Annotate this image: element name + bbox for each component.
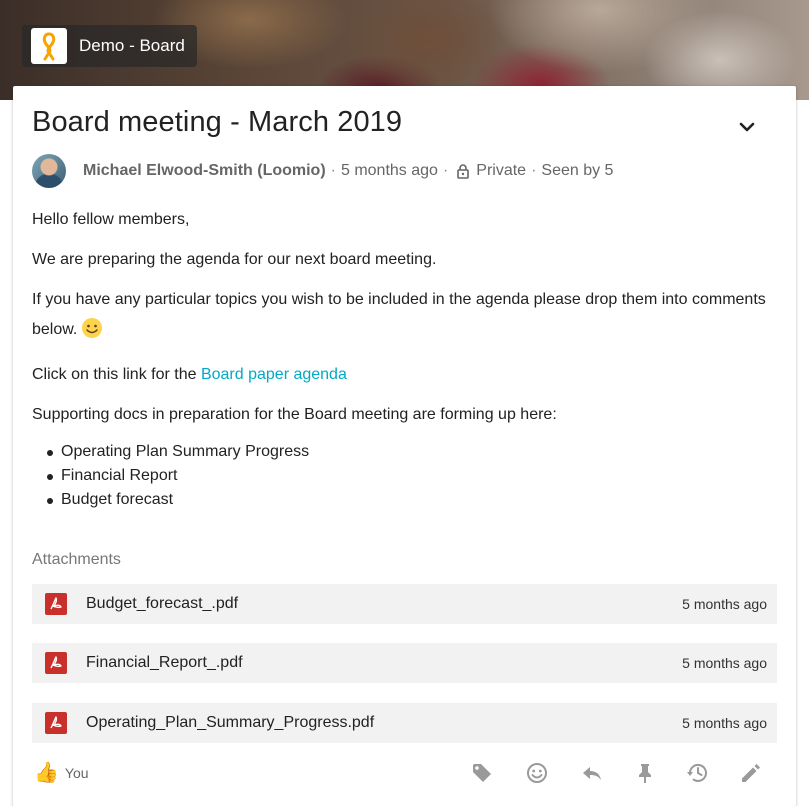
attachment-time: 5 months ago <box>682 715 767 731</box>
pin-icon[interactable] <box>633 761 657 785</box>
attachment-time: 5 months ago <box>682 655 767 671</box>
emoji-react-icon[interactable] <box>525 761 549 785</box>
list-item: Financial Report <box>32 464 772 488</box>
discussion-title: Board meeting - March 2019 <box>32 106 403 138</box>
tag-icon[interactable] <box>470 761 494 785</box>
body-paragraph: Supporting docs in preparation for the B… <box>32 406 557 423</box>
list-item: Budget forecast <box>32 488 772 512</box>
reaction-summary[interactable]: 👍 You <box>34 760 89 785</box>
attachment-row[interactable]: Operating_Plan_Summary_Progress.pdf 5 mo… <box>32 703 777 743</box>
meta-separator: · <box>442 162 449 179</box>
pdf-file-icon <box>45 712 67 734</box>
meta-separator: · <box>531 162 537 179</box>
reply-icon[interactable] <box>580 761 604 785</box>
body-paragraph: Hello fellow members, <box>32 211 190 228</box>
attachment-name[interactable]: Budget_forecast_.pdf <box>86 595 682 613</box>
author-avatar[interactable] <box>32 154 66 188</box>
attachments-heading: Attachments <box>32 551 121 568</box>
loomio-logo-icon <box>31 28 67 64</box>
history-icon[interactable] <box>686 761 710 785</box>
pdf-file-icon <box>45 593 67 615</box>
pdf-file-icon <box>45 652 67 674</box>
chevron-down-icon[interactable] <box>736 116 758 138</box>
body-paragraph: Click on this link for the Board paper a… <box>32 366 347 383</box>
discussion-body: Hello fellow members, We are preparing t… <box>32 205 772 512</box>
reaction-users: You <box>64 764 89 781</box>
discussion-meta: Michael Elwood-Smith (Loomio) · 5 months… <box>32 153 613 189</box>
attachment-row[interactable]: Financial_Report_.pdf 5 months ago <box>32 643 777 683</box>
attachment-time: 5 months ago <box>682 596 767 612</box>
thumbs-up-icon: 👍 <box>34 762 59 784</box>
lock-icon <box>456 163 470 179</box>
group-chip[interactable]: Demo - Board <box>22 25 197 67</box>
attachment-row[interactable]: Budget_forecast_.pdf 5 months ago <box>32 584 777 624</box>
post-time: 5 months ago <box>340 162 438 179</box>
body-paragraph: We are preparing the agenda for our next… <box>32 251 437 268</box>
meta-separator: · <box>330 162 336 179</box>
privacy-label: Private <box>476 162 527 179</box>
body-paragraph: If you have any particular topics you wi… <box>32 285 772 350</box>
seen-by-count[interactable]: Seen by 5 <box>541 162 613 180</box>
list-item: Operating Plan Summary Progress <box>32 440 772 464</box>
smiley-emoji-icon <box>81 317 103 350</box>
board-paper-agenda-link[interactable]: Board paper agenda <box>201 366 347 383</box>
attachment-name[interactable]: Operating_Plan_Summary_Progress.pdf <box>86 714 682 732</box>
edit-pencil-icon[interactable] <box>739 761 763 785</box>
docs-list: Operating Plan Summary Progress Financia… <box>32 440 772 512</box>
group-name[interactable]: Demo - Board <box>79 36 185 56</box>
attachment-name[interactable]: Financial_Report_.pdf <box>86 654 682 672</box>
discussion-actions: 👍 You <box>13 758 796 788</box>
author-name[interactable]: Michael Elwood-Smith (Loomio) <box>83 162 326 180</box>
discussion-card: Board meeting - March 2019 Michael Elwoo… <box>13 86 796 806</box>
